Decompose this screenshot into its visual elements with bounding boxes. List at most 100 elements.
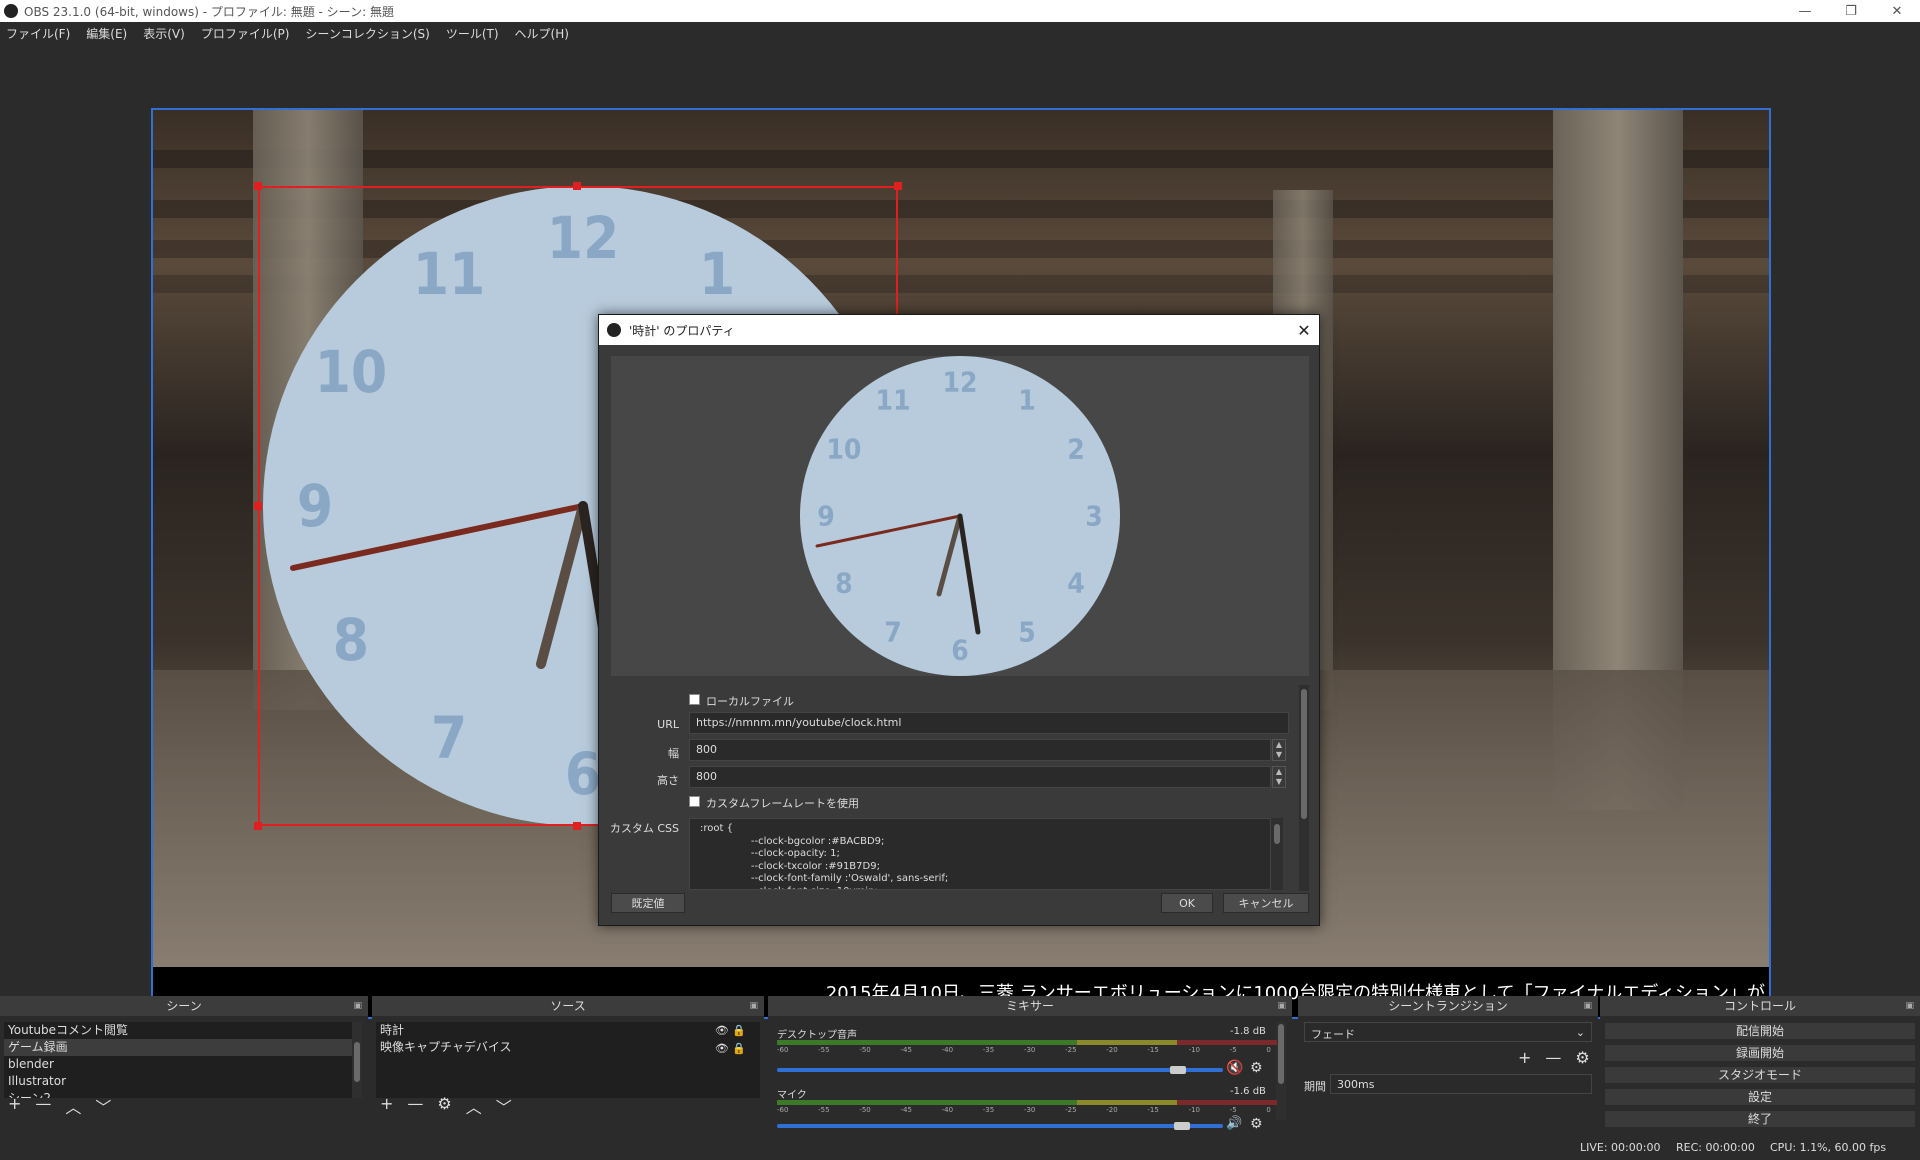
custom-css-label: カスタム CSS (609, 822, 679, 835)
start-streaming-button[interactable]: 配信開始 (1604, 1022, 1916, 1040)
move-up-icon[interactable]: ︿ (466, 1094, 482, 1118)
duration-input[interactable]: 300ms (1330, 1074, 1592, 1094)
title-bar: OBS 23.1.0 (64-bit, windows) - プロファイル: 無… (0, 0, 1920, 22)
menu-view[interactable]: 表示(V) (143, 25, 185, 42)
transition-settings-icon[interactable]: ⚙ (1575, 1048, 1589, 1067)
visibility-eye-icon[interactable]: 👁 🔒 (715, 1022, 746, 1039)
resize-handle[interactable] (894, 182, 902, 190)
css-scrollbar[interactable] (1271, 818, 1283, 890)
resize-handle[interactable] (254, 502, 262, 510)
scene-item[interactable]: Illustrator (4, 1073, 352, 1090)
controls-title: コントロール (1723, 999, 1796, 1013)
dialog-title: '時計' のプロパティ (629, 323, 735, 338)
width-spinner[interactable]: ▲ ▼ (1272, 739, 1286, 761)
source-settings-icon[interactable]: ⚙ (437, 1094, 451, 1118)
transition-select[interactable]: フェード ⌄ (1304, 1022, 1592, 1042)
obs-logo-icon (4, 4, 18, 18)
lock-icon[interactable]: 👁 🔒 (715, 1040, 746, 1057)
window-title: OBS 23.1.0 (64-bit, windows) - プロファイル: 無… (24, 4, 394, 19)
meter-ticks: -60 -55 -50 -45 -40 -35 -30 -25 -20 -15 -10 -5 0 (777, 1106, 1271, 1114)
height-spinner[interactable]: ▲ ▼ (1272, 766, 1286, 788)
add-source-icon[interactable]: + (380, 1094, 393, 1118)
menu-file[interactable]: ファイル(F) (6, 25, 70, 42)
custom-fps-label: カスタムフレームレートを使用 (706, 797, 860, 810)
dock-float-icon[interactable]: ▣ (749, 996, 758, 1016)
dock-float-icon[interactable]: ▣ (1905, 996, 1914, 1016)
menu-profile[interactable]: プロファイル(P) (201, 25, 290, 42)
scene-item[interactable]: blender (4, 1056, 352, 1073)
height-input[interactable]: 800 (689, 766, 1271, 788)
menu-edit[interactable]: 編集(E) (86, 25, 127, 42)
ok-button[interactable]: OK (1161, 893, 1213, 913)
volume-meter (777, 1100, 1277, 1105)
resize-handle[interactable] (573, 822, 581, 830)
add-transition-icon[interactable]: + (1518, 1048, 1531, 1067)
dock-float-icon[interactable]: ▣ (1583, 996, 1592, 1016)
scene-scrollbar[interactable] (352, 1022, 362, 1098)
dock-area: シーン ▣ Youtubeコメント閲覧 ゲーム録画 blender Illustr… (0, 996, 1920, 1132)
custom-css-textarea[interactable]: :root { --clock-bgcolor :#BACBD9; --cloc… (689, 818, 1271, 890)
exit-button[interactable]: 終了 (1604, 1110, 1916, 1128)
menu-tools[interactable]: ツール(T) (446, 25, 499, 42)
properties-scrollbar[interactable] (1299, 685, 1309, 891)
resize-handle[interactable] (254, 822, 262, 830)
small-clock-hands (815, 513, 981, 635)
move-down-icon[interactable]: ﹀ (95, 1094, 111, 1118)
restore-button[interactable]: ❐ (1828, 0, 1874, 22)
scenes-dock: シーン ▣ Youtubeコメント閲覧 ゲーム録画 blender Illustr… (0, 996, 368, 1130)
mixer-settings-icon[interactable]: ⚙ (1250, 1116, 1263, 1132)
source-item[interactable]: 映像キャプチャデバイス 👁 🔒 (376, 1039, 760, 1056)
source-item[interactable]: 時計 👁 🔒 (376, 1022, 760, 1039)
scene-item[interactable]: Youtubeコメント閲覧 (4, 1022, 352, 1039)
mixer-settings-icon[interactable]: ⚙ (1250, 1060, 1263, 1076)
url-label: URL (657, 718, 679, 731)
volume-slider[interactable] (777, 1068, 1223, 1072)
volume-slider[interactable] (777, 1124, 1223, 1128)
scene-item[interactable]: ゲーム録画 (4, 1039, 352, 1056)
duration-label: 期間 (1304, 1080, 1326, 1093)
mixer-channel-name: マイク (777, 1090, 807, 1101)
resize-handle[interactable] (573, 182, 581, 190)
status-bar: LIVE: 00:00:00 REC: 00:00:00 CPU: 1.1%, … (0, 1136, 1920, 1160)
close-button[interactable]: ✕ (1874, 0, 1920, 22)
speaker-icon[interactable]: 🔊 (1226, 1116, 1242, 1131)
dialog-close-button[interactable]: ✕ (1289, 321, 1319, 340)
menu-scene-collection[interactable]: シーンコレクション(S) (305, 25, 429, 42)
local-file-checkbox[interactable] (689, 694, 700, 705)
properties-dialog: '時計' のプロパティ ✕ 12 1 2 3 4 5 6 7 8 9 10 11 ローカルファイル U… (598, 314, 1320, 926)
url-input[interactable]: https://nmnm.mn/youtube/clock.html (689, 712, 1289, 734)
remove-transition-icon[interactable]: — (1545, 1048, 1561, 1067)
defaults-button[interactable]: 既定値 (611, 893, 685, 913)
dock-float-icon[interactable]: ▣ (1277, 996, 1286, 1016)
muted-speaker-icon[interactable]: 🔇 (1226, 1060, 1243, 1076)
rec-status: REC: 00:00:00 (1676, 1141, 1755, 1154)
move-down-icon[interactable]: ﹀ (496, 1094, 512, 1118)
custom-fps-checkbox[interactable] (689, 796, 700, 807)
menu-help[interactable]: ヘルプ(H) (515, 25, 569, 42)
live-status: LIVE: 00:00:00 (1580, 1141, 1661, 1154)
volume-slider-knob[interactable] (1170, 1066, 1186, 1074)
mixer-channel-name: デスクトップ音声 (777, 1030, 857, 1041)
scene-list: Youtubeコメント閲覧 ゲーム録画 blender Illustrator … (4, 1022, 352, 1098)
volume-meter (777, 1040, 1277, 1045)
cpu-status: CPU: 1.1%, 60.00 fps (1770, 1141, 1887, 1154)
meter-ticks: -60 -55 -50 -45 -40 -35 -30 -25 -20 -15 -10 -5 0 (777, 1046, 1271, 1054)
minimize-button[interactable]: — (1782, 0, 1828, 22)
local-file-label: ローカルファイル (706, 695, 794, 708)
width-input[interactable]: 800 (689, 739, 1271, 761)
resize-handle[interactable] (254, 182, 262, 190)
settings-button[interactable]: 設定 (1604, 1088, 1916, 1106)
preview-area: 121234567891011 2015年4月10日、三菱 ランサーエボリューシ… (0, 44, 1920, 1019)
start-recording-button[interactable]: 録画開始 (1604, 1044, 1916, 1062)
remove-scene-icon[interactable]: — (35, 1094, 51, 1118)
mixer-scrollbar[interactable] (1276, 1022, 1286, 1120)
studio-mode-button[interactable]: スタジオモード (1604, 1066, 1916, 1084)
dock-float-icon[interactable]: ▣ (353, 996, 362, 1016)
volume-slider-knob[interactable] (1174, 1122, 1190, 1130)
dialog-preview: 12 1 2 3 4 5 6 7 8 9 10 11 (611, 356, 1309, 676)
remove-source-icon[interactable]: — (407, 1094, 423, 1118)
cancel-button[interactable]: キャンセル (1223, 893, 1309, 913)
add-scene-icon[interactable]: + (8, 1094, 21, 1118)
sources-title: ソース (550, 999, 586, 1013)
move-up-icon[interactable]: ︿ (65, 1094, 81, 1118)
